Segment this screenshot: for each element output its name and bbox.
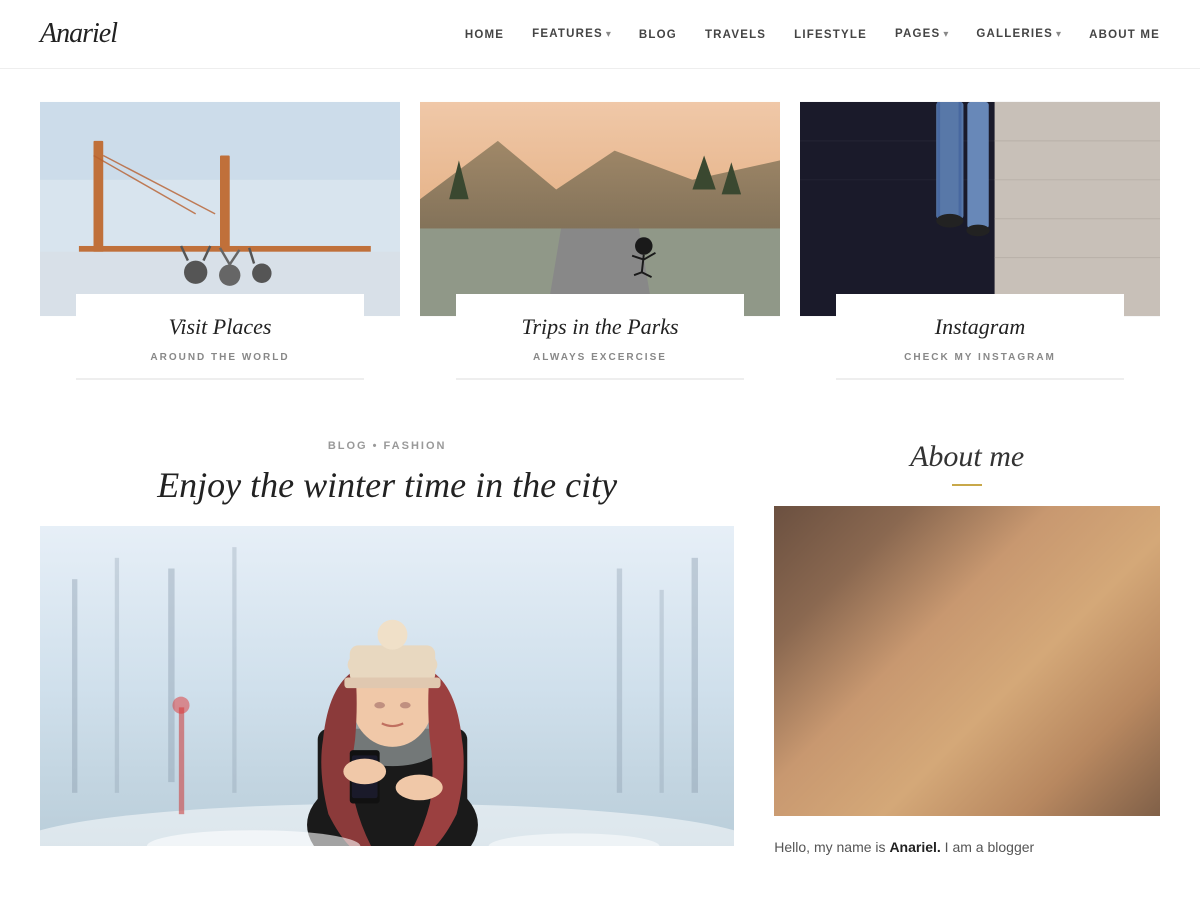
card-2-subtitle: ALWAYS EXCERCISE [476,352,724,363]
blog-post-featured: BLOG • FASHION Enjoy the winter time in … [40,440,734,858]
about-me-section: About me [774,440,1160,858]
nav-link-galleries[interactable]: GALLERIES [976,28,1053,40]
about-me-image[interactable] [774,506,1160,816]
card-3-content: Instagram CHECK MY INSTAGRAM [836,294,1124,380]
card-1-content: Visit Places AROUND THE WORLD [76,294,364,380]
card-2-title: Trips in the Parks [476,314,724,340]
about-me-title: About me [774,440,1160,474]
card-2-image [420,99,780,319]
nav-item-aboutme[interactable]: ABOUT ME [1089,25,1160,43]
post-title[interactable]: Enjoy the winter time in the city [40,464,734,506]
nav-item-lifestyle[interactable]: LIFESTYLE [794,25,867,43]
nav-item-blog[interactable]: BLOG [639,25,677,43]
site-logo[interactable]: Anariel [40,18,117,50]
card-visit-places[interactable]: Visit Places AROUND THE WORLD [40,99,400,380]
nav-link-pages[interactable]: PAGES [895,28,940,40]
nav-item-home[interactable]: HOME [465,25,504,43]
card-1-title: Visit Places [96,314,344,340]
card-1-subtitle: AROUND THE WORLD [96,352,344,363]
nav-item-pages[interactable]: PAGES [895,28,948,40]
nav-link-aboutme[interactable]: ABOUT ME [1089,29,1160,41]
about-me-text: Hello, my name is Anariel. I am a blogge… [774,836,1160,858]
nav-link-blog[interactable]: BLOG [639,29,677,41]
navigation: Anariel HOME FEATURES BLOG TRAVELS LIFES… [0,0,1200,69]
card-3-image [800,99,1160,319]
nav-item-travels[interactable]: TRAVELS [705,25,766,43]
post-categories: BLOG • FASHION [40,440,734,452]
card-1-image [40,99,400,319]
nav-link-travels[interactable]: TRAVELS [705,29,766,41]
card-3-subtitle: CHECK MY INSTAGRAM [856,352,1104,363]
card-trips[interactable]: Trips in the Parks ALWAYS EXCERCISE [420,99,780,380]
nav-link-lifestyle[interactable]: LIFESTYLE [794,29,867,41]
bottom-section: BLOG • FASHION Enjoy the winter time in … [40,440,1160,858]
sidebar: About me [774,440,1160,858]
featured-cards: Visit Places AROUND THE WORLD [40,99,1160,380]
card-3-title: Instagram [856,314,1104,340]
nav-menu: HOME FEATURES BLOG TRAVELS LIFESTYLE PAG… [465,25,1160,43]
nav-link-home[interactable]: HOME [465,29,504,41]
nav-item-galleries[interactable]: GALLERIES [976,28,1061,40]
card-instagram[interactable]: Instagram CHECK MY INSTAGRAM [800,99,1160,380]
nav-item-features[interactable]: FEATURES [532,28,611,40]
about-me-divider [952,484,982,486]
main-content: Visit Places AROUND THE WORLD [0,69,1200,888]
nav-link-features[interactable]: FEATURES [532,28,603,40]
post-image[interactable] [40,526,734,846]
card-2-content: Trips in the Parks ALWAYS EXCERCISE [456,294,744,380]
